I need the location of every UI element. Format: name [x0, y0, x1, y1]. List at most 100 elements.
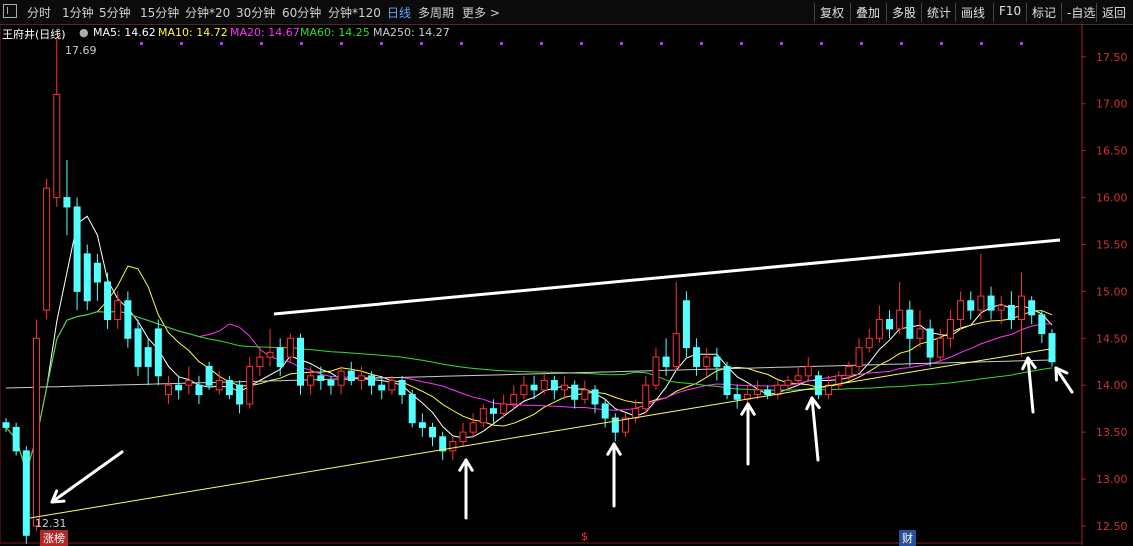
event-dot: [820, 42, 823, 45]
event-dot: [180, 42, 183, 45]
candle: [389, 376, 395, 395]
candle: [795, 366, 801, 385]
candle: [1029, 296, 1035, 324]
period-tab-4[interactable]: 分钟*20: [185, 4, 230, 21]
finance-tag[interactable]: 财: [899, 530, 916, 546]
action-button-8[interactable]: 返回: [1096, 3, 1131, 22]
event-dot: [980, 42, 983, 45]
candle: [744, 385, 750, 404]
price-grid: [0, 24, 1082, 543]
candle: [480, 404, 486, 427]
action-button-4[interactable]: 画线: [955, 3, 990, 22]
event-dot: [940, 42, 943, 45]
y-tick-label: 15.50: [1096, 238, 1128, 251]
candle: [419, 413, 425, 436]
annotation-arrow-icon: [742, 404, 755, 464]
action-button-0[interactable]: 复权: [814, 3, 849, 22]
candle: [13, 423, 19, 456]
candle: [460, 423, 466, 446]
candle: [775, 381, 781, 400]
period-tab-10[interactable]: 更多 >: [462, 4, 500, 21]
limit-up-tag[interactable]: 涨榜: [40, 530, 68, 546]
event-dot: [740, 42, 743, 45]
high-price-label: 17.69: [62, 44, 100, 57]
candle: [1039, 310, 1045, 343]
candle: [399, 376, 405, 404]
low-price-label: 12.31: [32, 517, 70, 530]
candle: [826, 376, 832, 399]
candle: [754, 381, 760, 400]
period-toolbar: 分时 1分钟 5分钟 15分钟分钟*20 30分钟 60分钟分钟*120 日线多周期更多 >…: [0, 0, 1133, 25]
candle: [196, 376, 202, 404]
candle: [409, 390, 415, 428]
candle: [237, 381, 243, 414]
event-dot: [780, 42, 783, 45]
period-tab-5[interactable]: 30分钟: [236, 4, 275, 21]
candle: [440, 432, 446, 460]
candle: [115, 291, 121, 329]
event-dot: [300, 42, 303, 45]
candle: [33, 320, 39, 531]
ma-line-ma250: [6, 360, 1052, 388]
action-button-7[interactable]: -自选: [1061, 3, 1100, 22]
period-tab-6[interactable]: 60分钟: [282, 4, 321, 21]
candle: [866, 329, 872, 352]
event-dot: [420, 42, 423, 45]
candle: [724, 362, 730, 400]
action-button-6[interactable]: 标记: [1026, 3, 1061, 22]
candle: [94, 254, 100, 301]
y-tick-label: 16.50: [1096, 145, 1128, 158]
candle: [897, 282, 903, 334]
candle: [704, 348, 710, 376]
event-dot: [540, 42, 543, 45]
candle: [358, 366, 364, 389]
annotation-arrow-icon: [52, 452, 122, 502]
candle: [907, 301, 913, 367]
candle: [765, 385, 771, 399]
support-trendline: [30, 349, 1050, 518]
ma-line-ma60: [6, 311, 1052, 471]
period-tab-0[interactable]: 分时: [27, 4, 51, 21]
period-tab-3[interactable]: 15分钟: [140, 4, 179, 21]
candle: [155, 320, 161, 386]
action-button-2[interactable]: 多股: [886, 3, 921, 22]
period-tab-1[interactable]: 1分钟: [62, 4, 94, 21]
candle: [856, 338, 862, 371]
resistance-trendline: [274, 240, 1060, 314]
period-tab-7[interactable]: 分钟*120: [328, 4, 381, 21]
event-dot: [380, 42, 383, 45]
candle: [186, 366, 192, 394]
y-tick-label: 17.00: [1096, 98, 1128, 111]
candle: [876, 305, 882, 343]
candle: [683, 291, 689, 357]
event-dot: [860, 42, 863, 45]
candle: [287, 334, 293, 362]
event-dot: [660, 42, 663, 45]
candle: [978, 254, 984, 320]
candle: [84, 244, 90, 310]
candle: [805, 357, 811, 380]
plot-frame: [0, 24, 1082, 543]
action-button-3[interactable]: 统计: [921, 3, 956, 22]
period-tab-9[interactable]: 多周期: [418, 4, 454, 21]
action-button-1[interactable]: 叠加: [850, 3, 885, 22]
candle: [887, 310, 893, 338]
dollar-tag[interactable]: $: [578, 530, 591, 543]
candle: [917, 310, 923, 348]
annotation-arrow-icon: [1056, 368, 1072, 392]
kline-chart[interactable]: 17.5017.0016.5016.0015.5015.0014.5014.00…: [0, 24, 1133, 545]
candle: [54, 39, 60, 207]
candle: [226, 376, 232, 399]
y-tick-label: 15.00: [1096, 285, 1128, 298]
window-toggle-icon[interactable]: [3, 4, 17, 18]
action-button-5[interactable]: F10: [993, 3, 1026, 22]
candle: [298, 334, 304, 395]
candle: [379, 376, 385, 399]
period-tab-2[interactable]: 5分钟: [99, 4, 131, 21]
candle: [947, 310, 953, 348]
candle: [1019, 273, 1025, 357]
period-tab-8[interactable]: 日线: [387, 4, 411, 21]
candle: [125, 291, 131, 347]
candle: [541, 371, 547, 394]
event-dot: [620, 42, 623, 45]
